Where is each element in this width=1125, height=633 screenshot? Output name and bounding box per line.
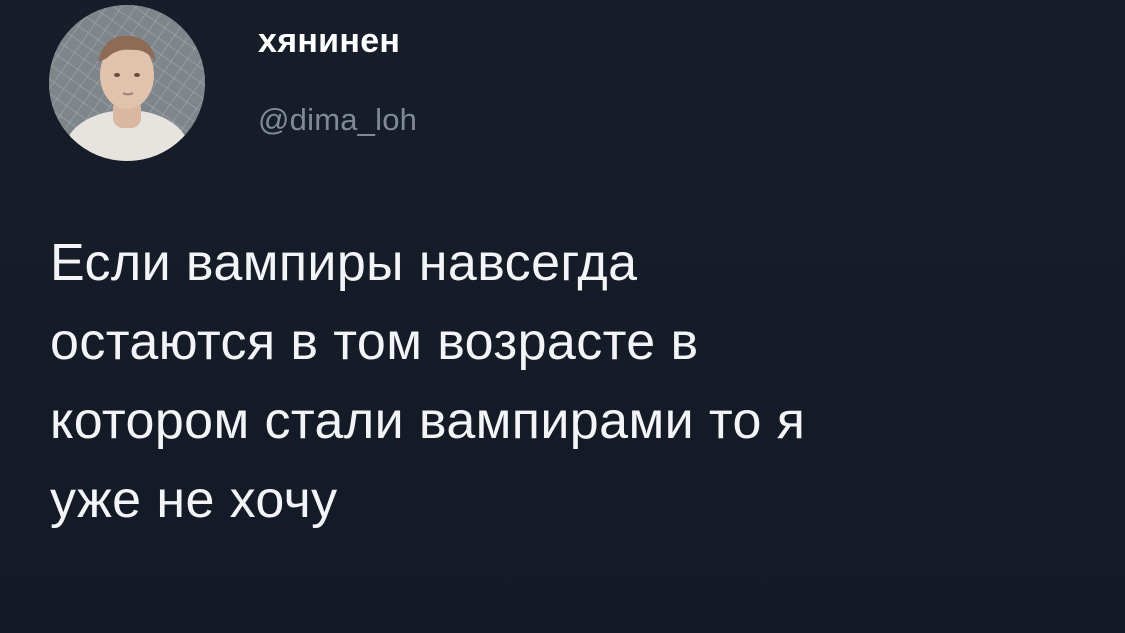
tweet-text-line: котором стали вампирами то я [50,392,806,450]
user-handle[interactable]: @dima_loh [258,104,417,135]
display-name[interactable]: хянинен [258,24,400,58]
tweet-text-line: уже не хочу [50,471,338,529]
tweet-text-line: Если вампиры навсегда [50,234,638,292]
profile-avatar[interactable] [49,5,205,161]
person-avatar-photo [49,5,205,161]
tweet-text: Если вампиры навсегда остаются в том воз… [50,224,1090,540]
tweet-text-line: остаются в том возрасте в [50,313,699,371]
tweet-card: хянинен @dima_loh Если вампиры навсегда … [0,0,1125,633]
